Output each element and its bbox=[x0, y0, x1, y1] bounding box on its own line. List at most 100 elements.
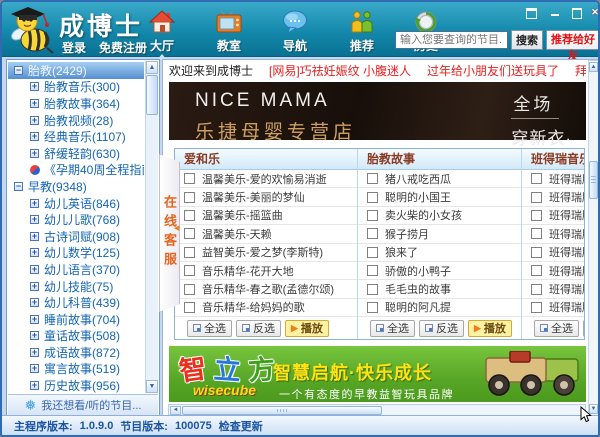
invert-selection-button[interactable]: 反选 bbox=[236, 319, 281, 337]
invert-selection-button[interactable]: 反选 bbox=[419, 319, 464, 337]
select-all-button[interactable]: 全选 bbox=[187, 319, 232, 337]
tree-item[interactable]: − 胎教(2429) bbox=[8, 62, 144, 79]
playlist-item[interactable]: 聪明的小国王 bbox=[358, 188, 521, 207]
expand-icon[interactable]: + bbox=[30, 331, 39, 341]
marquee-ad-link[interactable]: 拜年小节目,意外的感觉 bbox=[575, 63, 586, 78]
playlist-item[interactable]: 班得瑞胎教 bbox=[522, 262, 584, 281]
scroll-down-icon[interactable] bbox=[589, 404, 598, 414]
playlist-item[interactable]: 音乐精华-给妈妈的歌 bbox=[175, 299, 357, 318]
expand-icon[interactable]: + bbox=[30, 132, 39, 142]
minimize-button[interactable] bbox=[547, 6, 562, 19]
check-update-link[interactable]: 检查更新 bbox=[219, 418, 263, 434]
expand-icon[interactable]: + bbox=[30, 264, 39, 274]
item-checkbox[interactable] bbox=[367, 173, 378, 185]
scroll-up-icon[interactable] bbox=[589, 62, 598, 72]
item-checkbox[interactable] bbox=[184, 191, 195, 203]
item-checkbox[interactable] bbox=[184, 283, 195, 295]
item-checkbox[interactable] bbox=[531, 246, 542, 258]
playlist-item[interactable]: 班得瑞胎教 bbox=[522, 225, 584, 244]
playlist-item[interactable]: 猴子捞月 bbox=[358, 225, 521, 244]
expand-icon[interactable]: + bbox=[30, 115, 39, 125]
item-checkbox[interactable] bbox=[184, 246, 195, 258]
expand-icon[interactable]: + bbox=[30, 381, 39, 391]
playlist-item[interactable]: 班得瑞胎教 bbox=[522, 170, 584, 189]
maximize-button[interactable] bbox=[569, 6, 584, 19]
scrollbar-thumb[interactable] bbox=[146, 75, 158, 115]
item-checkbox[interactable] bbox=[367, 228, 378, 240]
playlist-item[interactable]: 音乐精华-花开大地 bbox=[175, 262, 357, 281]
item-checkbox[interactable] bbox=[531, 209, 542, 221]
collapse-icon[interactable]: − bbox=[14, 181, 23, 191]
play-button[interactable]: 播放 bbox=[468, 319, 512, 337]
item-checkbox[interactable] bbox=[184, 228, 195, 240]
tree-item[interactable]: + 睡前故事(704) bbox=[8, 311, 144, 328]
recommend-to-friends-button[interactable]: 推荐给好友 bbox=[546, 30, 598, 62]
guide-icon[interactable] bbox=[30, 164, 40, 175]
playlist-item[interactable]: 班得瑞胎教 bbox=[522, 280, 584, 299]
expand-icon[interactable]: + bbox=[30, 98, 39, 108]
sidebar-scrollbar[interactable] bbox=[145, 61, 158, 393]
expand-icon[interactable]: + bbox=[30, 364, 39, 374]
tree-item[interactable]: + 寓言故事(519) bbox=[8, 361, 144, 378]
expand-icon[interactable]: + bbox=[30, 231, 39, 241]
item-checkbox[interactable] bbox=[184, 173, 195, 185]
playlist-item[interactable]: 班得瑞胎教 bbox=[522, 244, 584, 262]
tree-item[interactable]: + 胎教音乐(300) bbox=[8, 79, 144, 96]
playlist-item[interactable]: 温馨美乐-天赖 bbox=[175, 225, 357, 244]
tree-item[interactable]: + 幼儿技能(75) bbox=[8, 278, 144, 295]
skin-button[interactable] bbox=[524, 6, 539, 19]
top-ad-banner[interactable]: NICE MAMA 乐捷母婴专营店 全场 穿新衣· bbox=[169, 82, 586, 148]
hscrollbar-thumb[interactable] bbox=[182, 406, 382, 415]
nav-item-classroom[interactable]: 教室 bbox=[205, 8, 253, 54]
marquee-ad-link[interactable]: [网易]巧祛妊娠纹 小腹迷人 bbox=[269, 63, 411, 78]
search-input[interactable] bbox=[395, 31, 508, 49]
playlist-item[interactable]: 聪明的阿凡提 bbox=[358, 299, 521, 318]
tree-item[interactable]: + 幼儿数学(125) bbox=[8, 245, 144, 262]
collapse-icon[interactable]: − bbox=[14, 65, 23, 75]
playlist-item[interactable]: 班得瑞胎教 bbox=[522, 188, 584, 207]
item-checkbox[interactable] bbox=[531, 301, 542, 313]
tree-item[interactable]: + 胎教故事(364) bbox=[8, 95, 144, 112]
nav-item-hall[interactable]: 大厅 bbox=[138, 8, 186, 54]
expand-icon[interactable]: + bbox=[30, 314, 39, 324]
item-checkbox[interactable] bbox=[531, 191, 542, 203]
item-checkbox[interactable] bbox=[367, 209, 378, 221]
playlist-item[interactable]: 班得瑞胎教 bbox=[522, 299, 584, 318]
tree-item[interactable]: + 舒缓轻韵(630) bbox=[8, 145, 144, 162]
playlist-item[interactable]: 毛毛虫的故事 bbox=[358, 280, 521, 299]
item-checkbox[interactable] bbox=[184, 265, 195, 277]
select-all-button[interactable]: 全选 bbox=[370, 319, 415, 337]
tree-item[interactable]: + 古诗词赋(908) bbox=[8, 228, 144, 245]
play-button[interactable]: 播放 bbox=[285, 319, 329, 337]
playlist-item[interactable]: 益智美乐-爱之梦(李斯特) bbox=[175, 244, 357, 262]
tree-item[interactable]: + 幼儿科普(439) bbox=[8, 294, 144, 311]
item-checkbox[interactable] bbox=[367, 191, 378, 203]
tree-item[interactable]: − 早教(9348) bbox=[8, 178, 144, 195]
search-button[interactable]: 搜索 bbox=[511, 30, 543, 50]
playlist-item[interactable]: 卖火柴的小女孩 bbox=[358, 207, 521, 226]
playlist-item[interactable]: 骄傲的小鸭子 bbox=[358, 262, 521, 281]
bottom-ad-banner[interactable]: 智 立 方 wisecube 智慧启航·快乐成长 一个有态度的早教益智玩具品牌 bbox=[169, 346, 586, 402]
item-checkbox[interactable] bbox=[531, 283, 542, 295]
close-button[interactable]: ✕ bbox=[589, 6, 598, 19]
login-link[interactable]: 登录 bbox=[62, 39, 86, 56]
wishlist-footer[interactable]: 我还想看/听的节目... bbox=[8, 394, 158, 415]
item-checkbox[interactable] bbox=[184, 301, 195, 313]
tree-item[interactable]: + 经典音乐(1107) bbox=[8, 128, 144, 145]
expand-icon[interactable]: + bbox=[30, 198, 39, 208]
item-checkbox[interactable] bbox=[184, 209, 195, 221]
expand-icon[interactable]: + bbox=[30, 347, 39, 357]
item-checkbox[interactable] bbox=[367, 283, 378, 295]
online-service-tab[interactable]: 在线客服 bbox=[159, 154, 180, 312]
tree-item[interactable]: 《孕期40周全程指南》 bbox=[8, 162, 144, 179]
playlist-item[interactable]: 温馨美乐-爱的欢愉易消逝 bbox=[175, 170, 357, 189]
tree-item[interactable]: + 成语故事(872) bbox=[8, 344, 144, 361]
playlist-item[interactable]: 温馨美乐-美丽的梦仙 bbox=[175, 188, 357, 207]
tree-item[interactable]: + 幼儿英语(846) bbox=[8, 195, 144, 212]
playlist-item[interactable]: 温馨美乐-摇篮曲 bbox=[175, 207, 357, 226]
vertical-scrollbar[interactable] bbox=[588, 60, 598, 416]
tree-item[interactable]: + 胎教视频(28) bbox=[8, 112, 144, 129]
expand-icon[interactable]: + bbox=[30, 248, 39, 258]
item-checkbox[interactable] bbox=[531, 265, 542, 277]
playlist-item[interactable]: 班得瑞胎教 bbox=[522, 207, 584, 226]
